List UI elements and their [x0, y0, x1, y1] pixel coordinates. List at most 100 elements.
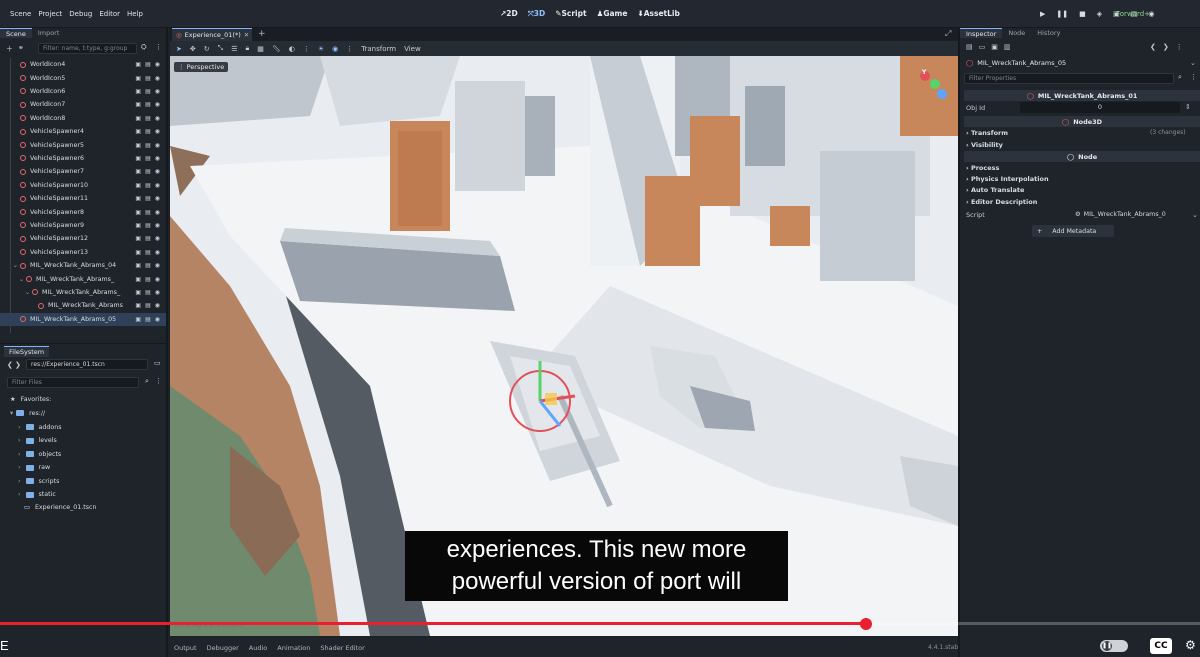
tab-node[interactable]: Node	[1002, 28, 1031, 38]
film-icon[interactable]: ▣	[135, 155, 141, 162]
filter-properties-input[interactable]: Filter Properties	[964, 73, 1174, 84]
settings-icon[interactable]: ⚙	[1185, 638, 1196, 652]
script-icon[interactable]: ▤	[145, 101, 151, 108]
scene-tree-node[interactable]: VehicleSpawner5 ▣ ▤ ◉	[0, 138, 166, 151]
scene-tree-node[interactable]: VehicleSpawner7 ▣ ▤ ◉	[0, 165, 166, 178]
film-icon[interactable]: ▣	[135, 276, 141, 283]
captions-button[interactable]: CC	[1150, 638, 1172, 654]
menu-debug[interactable]: Debug	[69, 10, 92, 18]
scene-tree-node[interactable]: MIL_WreckTank_Abrams ▣ ▤ ◉	[0, 299, 166, 312]
sun-preview-icon[interactable]: ☀	[318, 45, 324, 53]
select-tool-icon[interactable]: ➤	[176, 45, 182, 53]
chevron-down-icon[interactable]: ⌄	[1190, 59, 1196, 67]
film-icon[interactable]: ▣	[135, 249, 141, 256]
eye-icon[interactable]: ◉	[155, 75, 160, 82]
film-icon[interactable]: ▣	[135, 262, 141, 269]
eye-icon[interactable]: ◉	[155, 182, 160, 189]
scene-tree-node[interactable]: WorldIcon6 ▣ ▤ ◉	[0, 85, 166, 98]
script-icon[interactable]: ▤	[145, 195, 151, 202]
more-icon[interactable]: ⋮	[155, 43, 162, 51]
preview-options-icon[interactable]: ⋮	[346, 45, 353, 53]
path-field[interactable]: res://Experience_01.tscn	[26, 359, 148, 370]
visibility-section[interactable]: › Visibility	[966, 141, 1003, 149]
transform-section[interactable]: › Transform	[966, 129, 1008, 137]
expand-arrow-icon[interactable]: ›	[18, 437, 21, 444]
perspective-menu[interactable]: ⋮ Perspective	[174, 62, 229, 72]
workspace-assetlib[interactable]: ⬇AssetLib	[637, 9, 679, 19]
scene-tree-node[interactable]: WorldIcon7 ▣ ▤ ◉	[0, 98, 166, 111]
script-dropdown-icon[interactable]: ⌄	[1192, 211, 1198, 219]
workspace-3d[interactable]: ⤧3D	[528, 9, 545, 19]
film-icon[interactable]: ▣	[135, 115, 141, 122]
film-icon[interactable]: ▣	[135, 302, 141, 309]
film-icon[interactable]: ▣	[135, 128, 141, 135]
renderer-select[interactable]: Forward+	[1116, 10, 1150, 18]
local-space-icon[interactable]: ◐	[289, 45, 295, 53]
eye-icon[interactable]: ◉	[155, 316, 160, 323]
forward-arrow-icon[interactable]: ❯	[15, 361, 21, 369]
folder-row[interactable]: › raw	[18, 462, 50, 474]
new-resource-icon[interactable]: ▤	[966, 43, 973, 51]
film-icon[interactable]: ▣	[135, 168, 141, 175]
workspace-game[interactable]: ♟Game	[597, 9, 628, 19]
obj-id-field[interactable]: 0	[1020, 102, 1180, 113]
eye-icon[interactable]: ◉	[155, 302, 160, 309]
history-forward-icon[interactable]: ❯	[1163, 43, 1169, 51]
folder-row[interactable]: › levels	[18, 435, 57, 447]
scene-tree-node[interactable]: ⌄ MIL_WreckTank_Abrams_ ▣ ▤ ◉	[0, 272, 166, 285]
eye-icon[interactable]: ◉	[155, 209, 160, 216]
save-resource-icon[interactable]: ▣	[991, 43, 998, 51]
film-icon[interactable]: ▣	[135, 195, 141, 202]
scene-tree-node[interactable]: ⌄ MIL_WreckTank_Abrams_ ▣ ▤ ◉	[0, 286, 166, 299]
tab-history[interactable]: History	[1031, 28, 1066, 38]
editor-description-section[interactable]: › Editor Description	[966, 198, 1037, 206]
scene-tree-node[interactable]: WorldIcon4 ▣ ▤ ◉	[0, 58, 166, 71]
inspector-menu-icon[interactable]: ⋮	[1176, 43, 1183, 51]
script-icon[interactable]: ▤	[145, 115, 151, 122]
ruler-icon[interactable]: 📏︎	[272, 45, 281, 53]
link-icon[interactable]: ⚭	[18, 44, 24, 52]
environment-preview-icon[interactable]: ◉	[332, 45, 338, 53]
scene-tree-node[interactable]: WorldIcon5 ▣ ▤ ◉	[0, 71, 166, 84]
tab-output[interactable]: Output	[174, 644, 197, 652]
expand-arrow-icon[interactable]: ›	[18, 478, 21, 485]
move-tool-icon[interactable]: ✥	[190, 45, 196, 53]
eye-icon[interactable]: ◉	[155, 61, 160, 68]
script-icon[interactable]: ▤	[145, 276, 151, 283]
film-icon[interactable]: ▣	[135, 222, 141, 229]
film-icon[interactable]: ▣	[135, 61, 141, 68]
rotate-tool-icon[interactable]: ↻	[204, 45, 210, 53]
tab-audio[interactable]: Audio	[249, 644, 267, 652]
film-icon[interactable]: ▣	[135, 235, 141, 242]
tab-animation[interactable]: Animation	[277, 644, 310, 652]
tab-shader-editor[interactable]: Shader Editor	[320, 644, 364, 652]
eye-icon[interactable]: ◉	[155, 101, 160, 108]
scene-tree-node[interactable]: VehicleSpawner6 ▣ ▤ ◉	[0, 152, 166, 165]
autoplay-toggle[interactable]: ❚❚	[1100, 640, 1128, 652]
eye-icon[interactable]: ◉	[155, 142, 160, 149]
tab-import[interactable]: Import	[32, 28, 66, 38]
scene-tab-experience[interactable]: ◎ Experience_01(*) ✕	[172, 28, 252, 41]
script-icon[interactable]: ▤	[145, 182, 151, 189]
expand-arrow-icon[interactable]: ›	[18, 491, 21, 498]
menu-help[interactable]: Help	[127, 10, 143, 18]
tab-debugger[interactable]: Debugger	[207, 644, 239, 652]
scene-tree-node[interactable]: MIL_WreckTank_Abrams_05 ▣ ▤ ◉	[0, 312, 166, 326]
scene-tree-node[interactable]: VehicleSpawner10 ▣ ▤ ◉	[0, 179, 166, 192]
film-icon[interactable]: ▣	[135, 209, 141, 216]
list-select-icon[interactable]: ☰	[231, 45, 237, 53]
folder-row[interactable]: › static	[18, 489, 56, 501]
snap-icon[interactable]: ⋮	[303, 45, 310, 53]
add-metadata-button[interactable]: + Add Metadata	[1032, 225, 1114, 237]
lock-icon[interactable]: 🔒︎	[246, 44, 250, 53]
play-icon[interactable]: ▶	[1040, 10, 1045, 18]
search-icon[interactable]: ⌕	[1178, 73, 1182, 82]
tab-filesystem[interactable]: FileSystem	[4, 346, 50, 357]
script-icon[interactable]: ▤	[145, 235, 151, 242]
eye-icon[interactable]: ◉	[155, 115, 160, 122]
expand-arrow-icon[interactable]: ›	[18, 424, 21, 431]
history-back-icon[interactable]: ❮	[1150, 43, 1156, 51]
scene-tree-node[interactable]: VehicleSpawner9 ▣ ▤ ◉	[0, 219, 166, 232]
script-icon[interactable]: ▤	[145, 262, 151, 269]
script-icon[interactable]: ▤	[145, 61, 151, 68]
